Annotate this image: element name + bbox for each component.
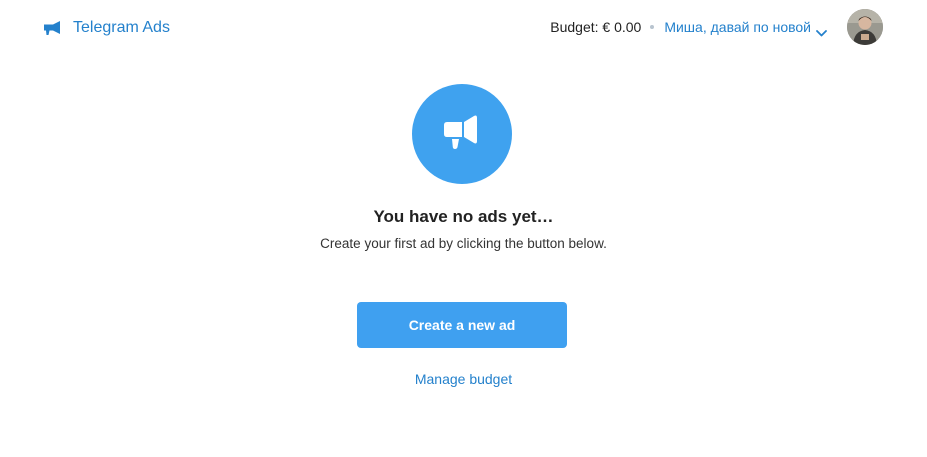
chevron-down-icon [816,24,827,36]
manage-budget-link[interactable]: Manage budget [0,371,927,387]
budget-text: Budget: € 0.00 [550,19,642,35]
megaphone-icon [43,20,63,36]
create-ad-button[interactable]: Create a new ad [357,302,567,348]
separator-dot [650,25,655,29]
megaphone-icon [440,113,484,156]
top-bar: Telegram Ads Budget: € 0.00 Миша, давай … [0,0,927,56]
account-name: Миша, давай по новой [664,19,811,35]
header-right: Budget: € 0.00 Миша, давай по новой [550,9,883,45]
avatar[interactable] [847,9,883,45]
empty-state-subtitle: Create your first ad by clicking the but… [320,236,607,251]
account-menu[interactable]: Миша, давай по новой [664,19,827,36]
empty-state-title: You have no ads yet… [373,207,554,226]
hero-megaphone-badge [412,84,512,184]
brand-link[interactable]: Telegram Ads [43,17,170,39]
brand-label: Telegram Ads [73,19,170,36]
